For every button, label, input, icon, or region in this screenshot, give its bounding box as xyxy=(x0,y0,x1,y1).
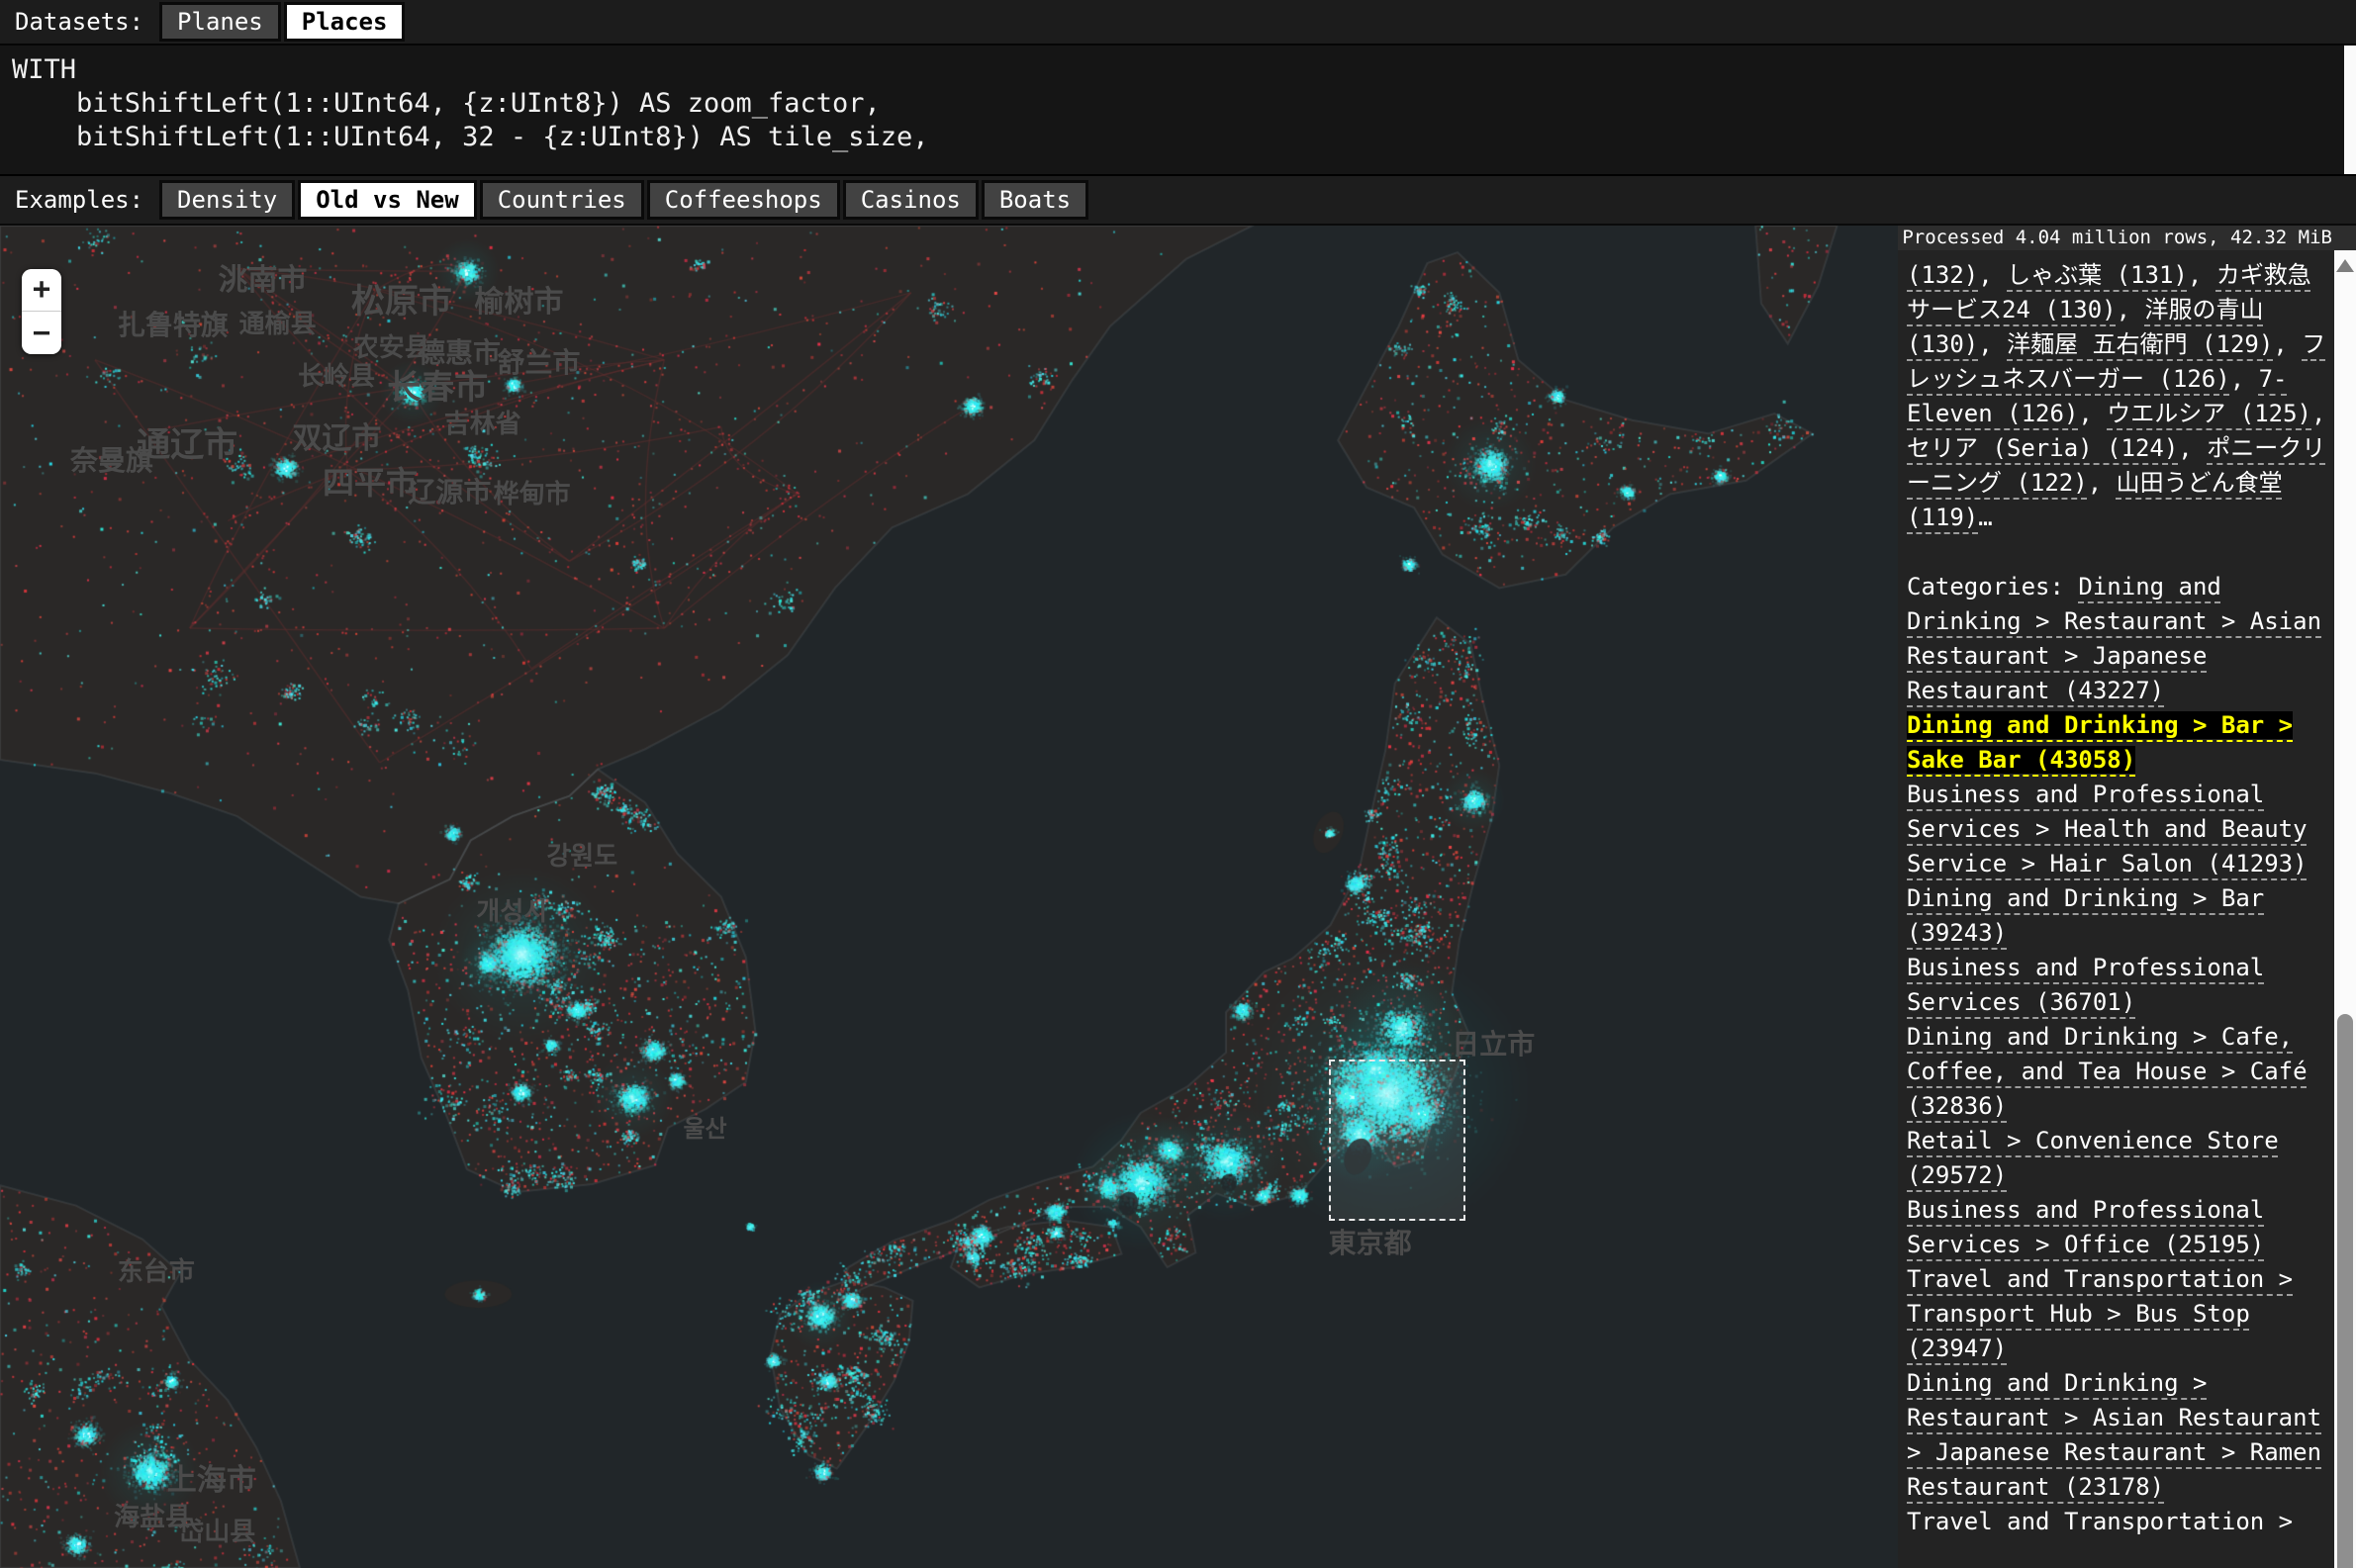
example-button-coffeeshops[interactable]: Coffeeshops xyxy=(647,180,840,221)
scroll-up-arrow-icon[interactable] xyxy=(2336,259,2354,272)
example-button-casinos[interactable]: Casinos xyxy=(843,180,979,221)
brand-separator: , xyxy=(2088,469,2117,497)
sidebar: Processed 4.04 million rows, 42.32 MiB (… xyxy=(1898,226,2356,1568)
map: 洮南市松原市榆树市扎鲁特旗通榆县农安县德惠市舒兰市长岭县长春市吉林省通辽市双辽市… xyxy=(0,226,2356,1568)
brand-separator: , xyxy=(2230,365,2259,393)
brand-separator: , xyxy=(1978,261,2007,289)
category-link-highlighted[interactable]: Dining and Drinking > Bar > Sake Bar (43… xyxy=(1907,711,2293,774)
brand-link[interactable]: しゃぶ葉 (131) xyxy=(2007,261,2188,289)
sql-code[interactable]: WITH bitShiftLeft(1::UInt64, {z:UInt8}) … xyxy=(0,46,2356,154)
brand-separator: , xyxy=(2117,296,2145,323)
brand-separator: , xyxy=(1978,330,2007,358)
selection-region xyxy=(1329,1060,1465,1221)
brand-link[interactable]: セリア (Seria) (124) xyxy=(1907,434,2178,462)
map-canvas[interactable] xyxy=(0,226,1898,1568)
brand-separator: , xyxy=(2311,400,2325,427)
category-link[interactable]: Dining and Drinking > Cafe, Coffee, and … xyxy=(1907,1023,2308,1120)
brand-link[interactable]: 洋麺屋 五右衛門 (129) xyxy=(2007,330,2273,358)
datasets-label: Datasets: xyxy=(15,8,143,36)
scrollbar-thumb[interactable] xyxy=(2337,1014,2353,1568)
examples-buttons: DensityOld vs NewCountriesCoffeeshopsCas… xyxy=(159,180,1091,221)
sql-editor[interactable]: WITH bitShiftLeft(1::UInt64, {z:UInt8}) … xyxy=(0,46,2356,176)
map-zoom-control: + − xyxy=(22,269,61,354)
examples-bar: Examples: DensityOld vs NewCountriesCoff… xyxy=(0,176,2356,226)
brand-separator: , xyxy=(2188,261,2216,289)
zoom-out-button[interactable]: − xyxy=(22,312,61,354)
dataset-button-planes[interactable]: Planes xyxy=(159,2,281,43)
brand-separator: , xyxy=(2273,330,2302,358)
brand-list: (132), しゃぶ葉 (131), カギ救急サービス24 (130), 洋服の… xyxy=(1907,258,2326,535)
category-link[interactable]: Retail > Convenience Store (29572) xyxy=(1907,1127,2279,1189)
datasets-bar: Datasets: PlanesPlaces xyxy=(0,0,2356,46)
categories-label: Categories: xyxy=(1907,573,2078,600)
sql-editor-scrollbar[interactable] xyxy=(2344,46,2356,174)
category-link[interactable]: Travel and Transportation > Road > Inter… xyxy=(1907,1508,2293,1536)
datasets-buttons: PlanesPlaces xyxy=(159,2,408,43)
page-scrollbar[interactable] xyxy=(2334,250,2356,1568)
sidebar-content: (132), しゃぶ葉 (131), カギ救急サービス24 (130), 洋服の… xyxy=(1898,250,2334,1536)
example-button-old-vs-new[interactable]: Old vs New xyxy=(298,180,477,221)
brand-link[interactable]: ウエルシア (125) xyxy=(2107,400,2311,427)
zoom-in-button[interactable]: + xyxy=(22,269,61,312)
status-bar: Processed 4.04 million rows, 42.32 MiB xyxy=(1898,226,2356,250)
brand-separator: , xyxy=(2178,434,2207,462)
category-link[interactable]: Dining and Drinking > Bar (39243) xyxy=(1907,884,2264,947)
category-list: Categories: Dining and Drinking > Restau… xyxy=(1907,570,2326,1536)
brand-separator: , xyxy=(2078,400,2107,427)
category-link[interactable]: Business and Professional Services > Hea… xyxy=(1907,781,2308,877)
category-link[interactable]: Business and Professional Services (3670… xyxy=(1907,954,2264,1016)
example-button-countries[interactable]: Countries xyxy=(480,180,644,221)
category-link[interactable]: Dining and Drinking > Restaurant > Asian… xyxy=(1907,1369,2321,1501)
app-window: Datasets: PlanesPlaces WITH bitShiftLeft… xyxy=(0,0,2356,1568)
brand-separator: … xyxy=(1978,504,1992,531)
dataset-button-places[interactable]: Places xyxy=(284,2,406,43)
category-link[interactable]: Business and Professional Services > Off… xyxy=(1907,1196,2264,1258)
brand-link[interactable]: (132) xyxy=(1907,261,1978,289)
example-button-boats[interactable]: Boats xyxy=(982,180,1088,221)
category-link[interactable]: Travel and Transportation > Transport Hu… xyxy=(1907,1265,2293,1362)
example-button-density[interactable]: Density xyxy=(159,180,295,221)
examples-label: Examples: xyxy=(15,186,143,214)
